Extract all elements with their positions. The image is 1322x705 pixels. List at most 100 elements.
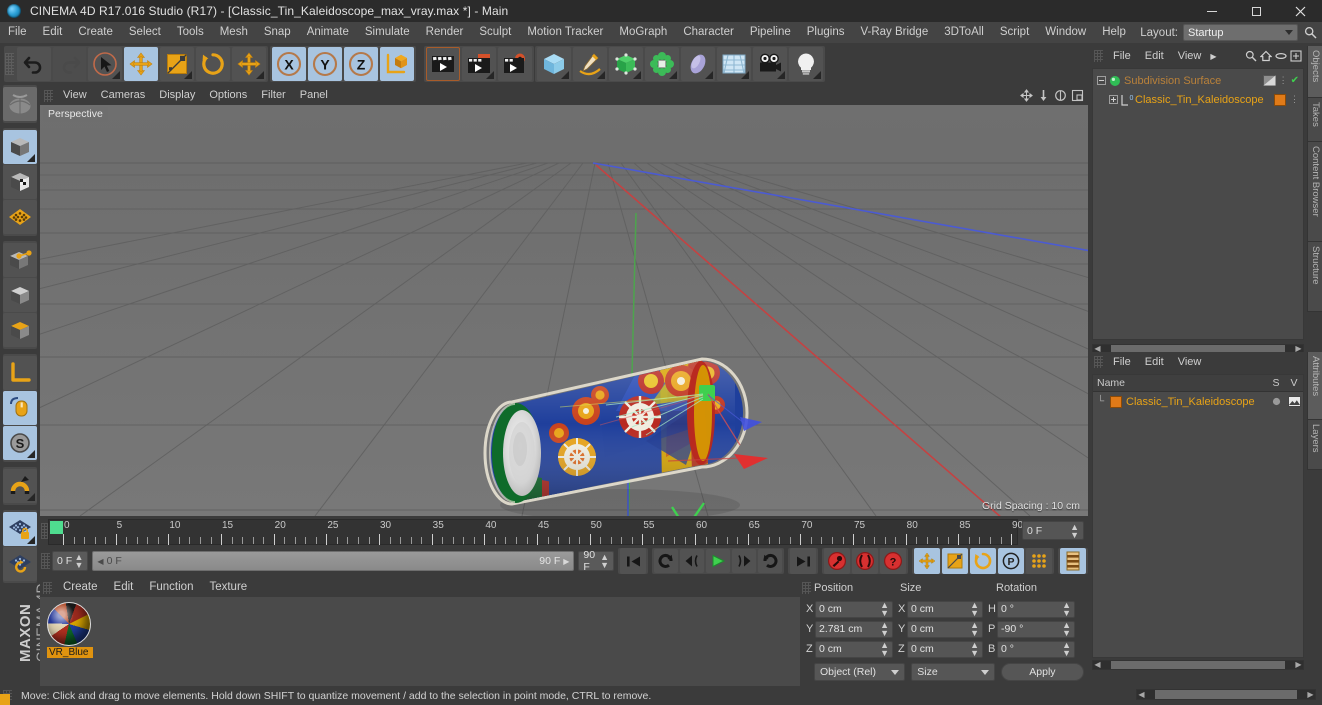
spinner-icon[interactable]: ▲ ▼ xyxy=(970,621,979,638)
snap-toggle-button[interactable]: S xyxy=(3,426,37,460)
visibility-dot-icon[interactable] xyxy=(1275,50,1287,62)
render-to-picture-viewer-button[interactable] xyxy=(462,47,496,81)
pan-view-button[interactable] xyxy=(1019,88,1034,103)
go-to-start-button[interactable] xyxy=(620,548,646,574)
material-drag-handle-icon[interactable] xyxy=(43,581,52,594)
tab-objects[interactable]: Objects xyxy=(1307,46,1322,98)
spinner-icon[interactable]: ▲ ▼ xyxy=(1062,601,1071,618)
position-y-field[interactable]: 2.781 cm ▲ ▼ xyxy=(815,620,893,638)
expand-toggle-icon[interactable] xyxy=(1108,95,1119,104)
material-menu-edit[interactable]: Edit xyxy=(106,577,142,598)
z-axis-lock[interactable]: Z xyxy=(344,47,378,81)
spinner-icon[interactable]: ▲ ▼ xyxy=(75,553,84,570)
x-axis-lock[interactable]: X xyxy=(272,47,306,81)
maximize-viewport-button[interactable] xyxy=(1070,88,1085,103)
model-mode-button[interactable] xyxy=(3,313,37,347)
tab-content-browser[interactable]: Content Browser xyxy=(1307,142,1322,242)
keyframe-selection-button[interactable]: ? xyxy=(880,548,906,574)
move-tool[interactable] xyxy=(124,47,158,81)
material-menu-texture[interactable]: Texture xyxy=(201,577,255,598)
scroll-left-icon[interactable]: ◀ xyxy=(1093,661,1102,669)
attribute-hscrollbar[interactable]: ◀ ▶ xyxy=(1092,660,1304,670)
position-x-field[interactable]: 0 cm ▲ ▼ xyxy=(815,600,893,618)
texture-mode-button[interactable] xyxy=(3,165,37,199)
maximize-button[interactable] xyxy=(1234,0,1278,22)
object-mode-button[interactable] xyxy=(3,130,37,164)
spinner-icon[interactable]: ▲ ▼ xyxy=(880,601,889,618)
menu-mograph[interactable]: MoGraph xyxy=(611,22,675,43)
object-drag-handle-icon[interactable] xyxy=(1094,50,1103,62)
material-menu-create[interactable]: Create xyxy=(55,577,106,598)
animation-start-field[interactable]: 0 F ▲ ▼ xyxy=(52,551,89,571)
position-z-field[interactable]: 0 cm ▲ ▼ xyxy=(815,640,893,658)
spinner-icon[interactable]: ▲ ▼ xyxy=(1062,641,1071,658)
playback-drag-handle-icon[interactable] xyxy=(41,553,50,569)
chevron-right-icon[interactable]: ▶ xyxy=(563,557,569,566)
menu-motion-tracker[interactable]: Motion Tracker xyxy=(519,22,611,43)
go-to-previous-key-button[interactable] xyxy=(654,549,678,573)
rotation-b-field[interactable]: 0 ° ▲ ▼ xyxy=(997,640,1075,658)
menu-select[interactable]: Select xyxy=(121,22,169,43)
size-mode-dropdown[interactable]: Size xyxy=(911,663,995,681)
menu-simulate[interactable]: Simulate xyxy=(357,22,418,43)
attribute-row[interactable]: └ Classic_Tin_Kaleidoscope xyxy=(1093,392,1303,411)
coordinate-mode-dropdown[interactable]: Object (Rel) xyxy=(814,663,906,681)
menu-snap[interactable]: Snap xyxy=(256,22,299,43)
play-button[interactable] xyxy=(706,549,730,573)
attribute-menu-file[interactable]: File xyxy=(1106,352,1138,373)
menu-sculpt[interactable]: Sculpt xyxy=(471,22,519,43)
step-forward-button[interactable] xyxy=(732,549,756,573)
undo-button[interactable] xyxy=(17,47,51,81)
menu-create[interactable]: Create xyxy=(70,22,121,43)
menu-script[interactable]: Script xyxy=(992,22,1037,43)
apply-button[interactable]: Apply xyxy=(1000,663,1084,681)
menu-help[interactable]: Help xyxy=(1094,22,1134,43)
menu-vray-bridge[interactable]: V-Ray Bridge xyxy=(852,22,936,43)
coordinates-drag-handle-icon[interactable] xyxy=(802,581,811,594)
drag-handle-icon[interactable] xyxy=(5,53,14,75)
viewport-menu-panel[interactable]: Panel xyxy=(293,85,335,106)
move-duplicate-tool[interactable] xyxy=(232,47,266,81)
render-settings-button[interactable] xyxy=(498,47,532,81)
edges-mode-button[interactable] xyxy=(3,243,37,277)
add-cube-button[interactable] xyxy=(537,47,571,81)
timeline-playhead[interactable] xyxy=(50,521,63,534)
menu-file[interactable]: File xyxy=(0,22,35,43)
viewport-menu-display[interactable]: Display xyxy=(152,85,202,106)
redo-button[interactable] xyxy=(53,47,87,81)
object-menu-view[interactable]: View xyxy=(1171,46,1209,67)
enable-axis-button[interactable] xyxy=(3,356,37,390)
go-to-end-button[interactable] xyxy=(790,548,816,574)
home-icon[interactable] xyxy=(1260,50,1272,62)
rotation-p-field[interactable]: -90 ° ▲ ▼ xyxy=(997,620,1075,638)
dolly-view-button[interactable] xyxy=(1036,88,1051,103)
current-frame-field[interactable]: 0 F ▲ ▼ xyxy=(1022,521,1084,540)
scrollbar-thumb[interactable] xyxy=(1111,661,1285,669)
size-z-field[interactable]: 0 cm ▲ ▼ xyxy=(907,640,983,658)
point-level-animation-button[interactable] xyxy=(1026,548,1052,574)
parameter-key-button[interactable]: P xyxy=(998,548,1024,574)
scroll-right-icon[interactable]: ▶ xyxy=(1306,690,1315,699)
scroll-left-icon[interactable]: ◀ xyxy=(1137,690,1146,699)
spinner-icon[interactable]: ▲ ▼ xyxy=(600,553,609,570)
magnet-tool-button[interactable] xyxy=(3,469,37,503)
menu-tools[interactable]: Tools xyxy=(169,22,212,43)
record-active-objects-button[interactable] xyxy=(824,548,850,574)
viewport-drag-handle-icon[interactable] xyxy=(44,89,53,102)
step-back-button[interactable] xyxy=(680,549,704,573)
viewport-canvas[interactable]: Perspective Grid Spacing : 10 cm xyxy=(40,105,1088,516)
time-range-slider[interactable]: ◀ 0 F 90 F ▶ xyxy=(92,551,575,571)
status-scrollbar[interactable]: ◀ ▶ xyxy=(1136,689,1316,700)
rotate-tool[interactable] xyxy=(196,47,230,81)
spinner-icon[interactable]: ▲ ▼ xyxy=(880,621,889,638)
spinner-icon[interactable]: ▲ ▼ xyxy=(1062,621,1071,638)
add-generator-button[interactable] xyxy=(609,47,643,81)
scrollbar-thumb[interactable] xyxy=(1155,690,1297,699)
menu-character[interactable]: Character xyxy=(675,22,742,43)
layout-dropdown[interactable]: Startup xyxy=(1183,24,1298,41)
attribute-menu-edit[interactable]: Edit xyxy=(1138,352,1171,373)
expand-toggle-icon[interactable] xyxy=(1096,76,1107,85)
menu-render[interactable]: Render xyxy=(418,22,472,43)
object-tree[interactable]: Subdivision Surface ⋮ ✔ 0 Classic_Tin_Ka… xyxy=(1092,68,1304,340)
animation-end-field[interactable]: 90 F ▲ ▼ xyxy=(578,549,614,573)
